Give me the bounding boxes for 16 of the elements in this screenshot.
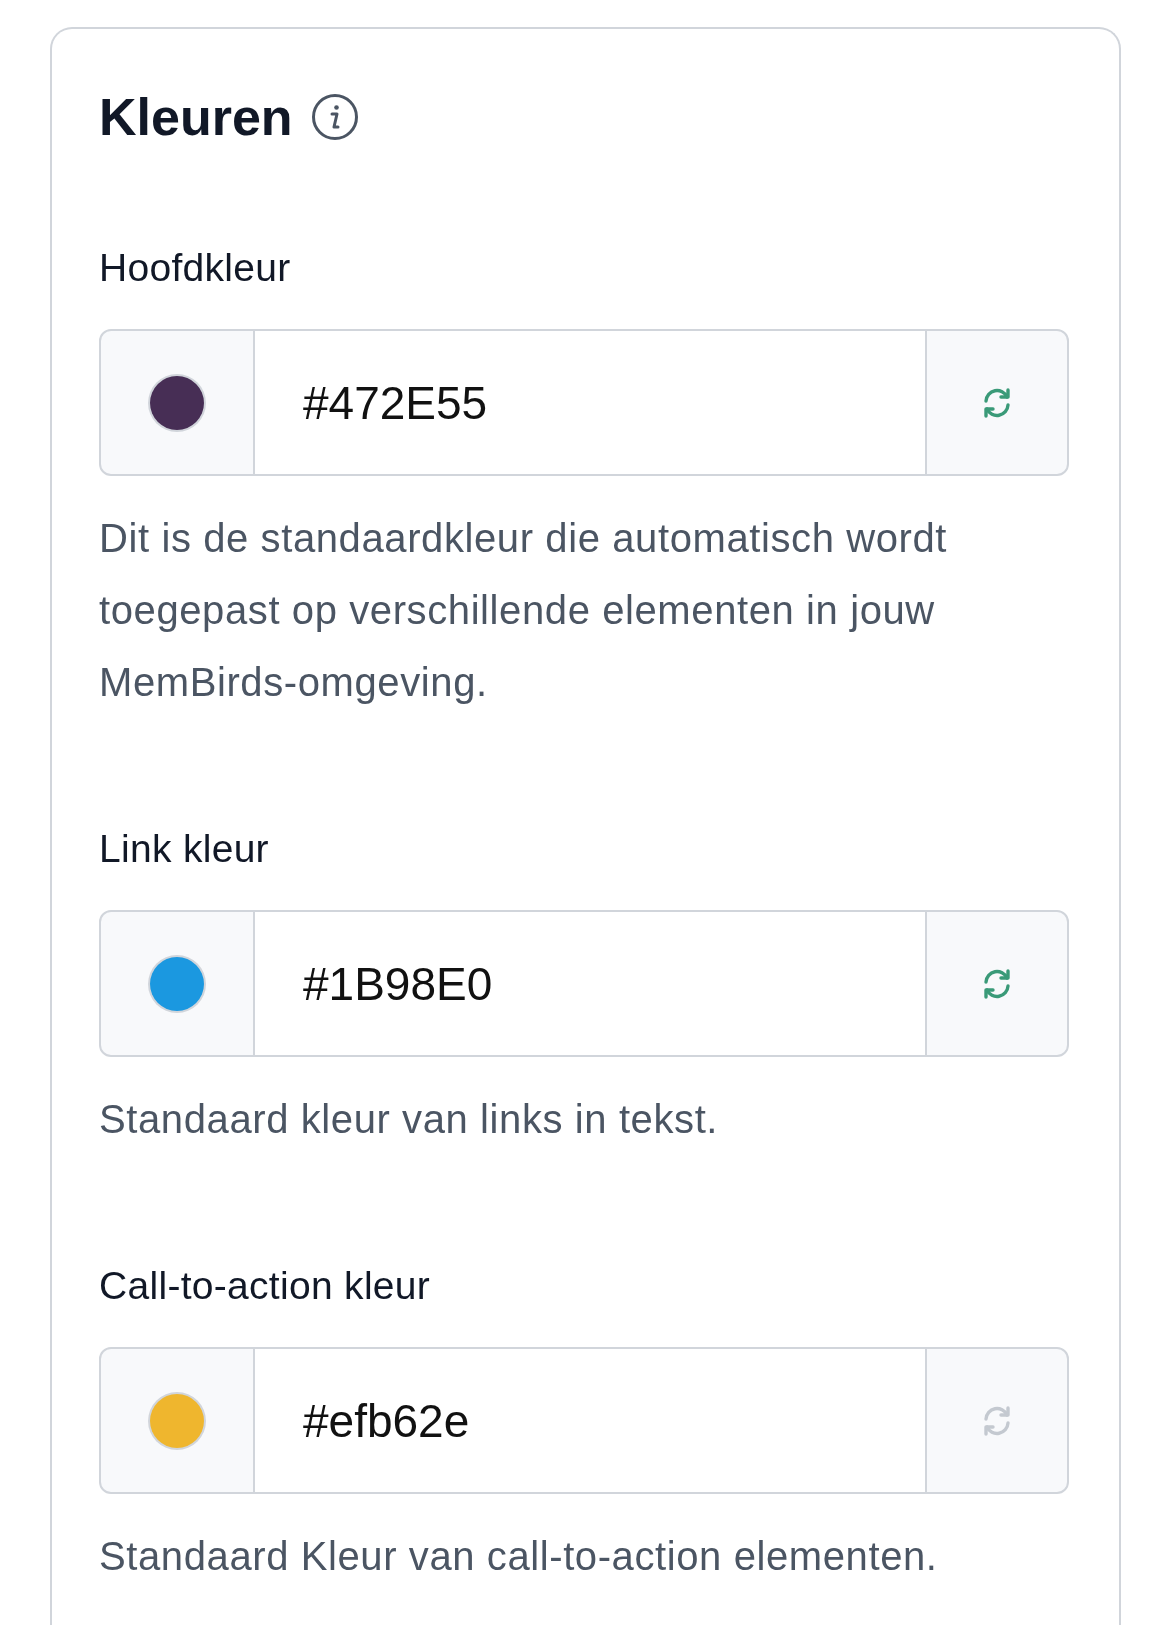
reset-button[interactable]: [925, 329, 1069, 476]
field-label: Link kleur: [99, 826, 270, 872]
color-picker[interactable]: [99, 329, 255, 476]
color-picker[interactable]: [99, 910, 255, 1057]
field-description: Standaard Kleur van call-to-action elementen.: [99, 1533, 939, 1580]
hex-input[interactable]: #1B98E0: [255, 910, 925, 1057]
hex-input[interactable]: #efb62e: [255, 1347, 925, 1494]
section-title: Kleuren: [99, 87, 293, 147]
field-description: Standaard kleur van links in tekst.: [99, 1096, 720, 1143]
reset-button[interactable]: [925, 910, 1069, 1057]
hex-input[interactable]: #472E55: [255, 329, 925, 476]
field-label: Hoofdkleur: [99, 245, 292, 291]
info-icon[interactable]: [310, 93, 359, 141]
color-picker[interactable]: [99, 1347, 255, 1494]
field-description: Dit is de standaardkleur die automatisch wordt toegepast op verschillende elementen in jouw MemBirds-omgeving.: [99, 515, 948, 706]
field-label: Call-to-action kleur: [99, 1263, 432, 1309]
